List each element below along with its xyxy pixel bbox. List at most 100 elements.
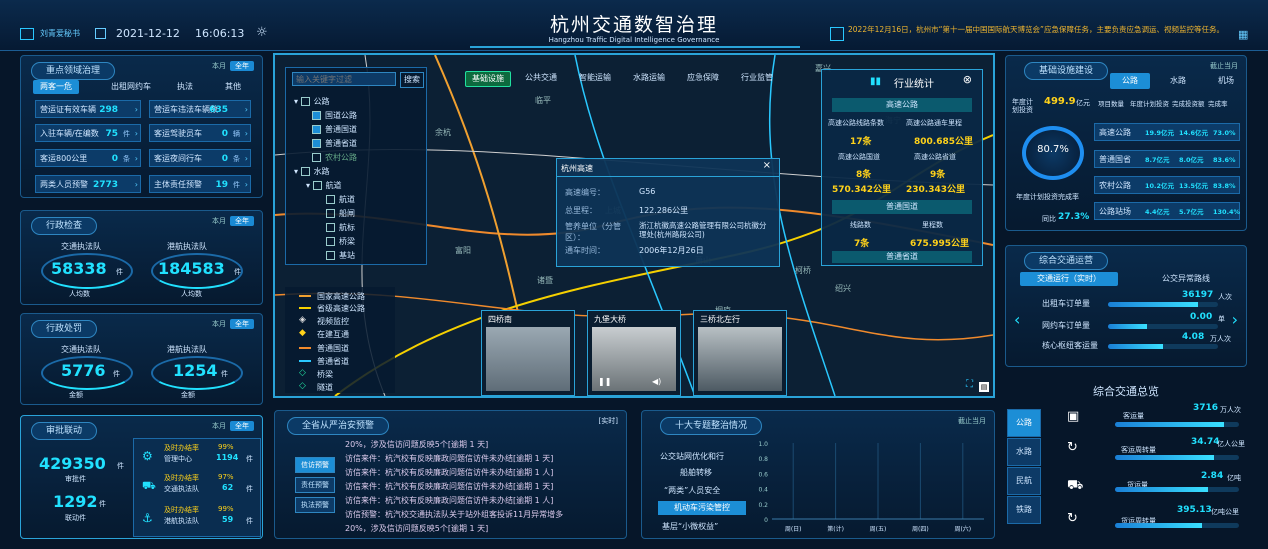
video-feed[interactable]: 九堡大桥 ❚❚ ◀)	[587, 310, 681, 396]
metric-row[interactable]: 客运夜间行车 0 条 ›	[149, 149, 251, 167]
warning-item[interactable]: 访信预警：杭汽校交通执法队关于站外组客投诉11月异常增多	[345, 509, 563, 520]
tab-taxi[interactable]: 出租网约车	[103, 80, 159, 94]
legend-item[interactable]: 普通国道	[299, 343, 349, 354]
warning-list: 20%，涉及信访问题反映5个[逾期 1 天] 访信来件：杭汽校有反映廉政问题信访…	[345, 435, 625, 537]
warning-item[interactable]: 访信来件：杭汽校有反映廉政问题信访件未办结[逾期 1 人]	[345, 467, 553, 478]
warning-item[interactable]: 20%，涉及信访问题反映5个[逾期 1 天]	[345, 439, 488, 450]
ov-unit: 亿吨公里	[1211, 508, 1239, 516]
op-label: 出租车订单量	[1042, 299, 1090, 308]
warning-item[interactable]: 访信来件：杭汽校有反映廉政问题信访件未办结[逾期 1 人]	[345, 495, 553, 506]
map-tab-smart-transport[interactable]: 智能运输	[573, 71, 617, 85]
count-value: 59	[222, 515, 234, 524]
topic-item-active[interactable]: 机动车污染管控	[658, 501, 746, 515]
tree-node-expressway[interactable]: 国道公路	[312, 110, 357, 121]
tab-aviation[interactable]: 民航	[1007, 467, 1041, 495]
map-tab-supervision[interactable]: 行业监管	[735, 71, 779, 85]
tree-node-channel-leaf[interactable]: 航道	[326, 194, 355, 205]
realtime-tag: [实时]	[598, 417, 618, 425]
search-button[interactable]: 搜索	[400, 72, 424, 88]
unit: 件	[246, 517, 253, 525]
layer-search-input[interactable]	[292, 72, 396, 86]
tree-node-road[interactable]: ▾ 公路	[294, 96, 330, 107]
tree-node-water[interactable]: ▾ 水路	[294, 166, 330, 177]
video-frame	[698, 327, 782, 391]
fullscreen-icon[interactable]: ⛶	[966, 379, 973, 390]
map-view[interactable]: 临平 余杭 上城 富阳 萧山 柯桥 绍兴 诸暨 桐庐 海宁 嘉兴 搜索 ▾ 公路…	[273, 53, 995, 398]
period-select[interactable]: 本月 全年	[212, 319, 254, 329]
warning-item[interactable]: 访信来件：杭汽校有反映廉政问题信访件未办结[逾期 1 天]	[345, 481, 553, 492]
video-feed[interactable]: 四桥南	[481, 310, 575, 396]
tab-law-warning[interactable]: 执法预警	[295, 497, 335, 513]
legend-item[interactable]: 省级高速公路	[299, 303, 365, 314]
map-tab-waterway[interactable]: 水路运输	[627, 71, 671, 85]
period-select[interactable]: 本月 全年	[212, 61, 254, 71]
infra-row[interactable]: 农村公路 10.2亿元 13.5亿元 83.8%	[1094, 176, 1240, 194]
legend-item[interactable]: ◆ 在建互通	[299, 328, 349, 340]
close-icon[interactable]: ×	[763, 160, 771, 171]
legend-item[interactable]: ◇ 桥梁	[299, 368, 333, 380]
volume-icon[interactable]: ◀)	[652, 377, 661, 386]
topic-item[interactable]: 船舶转移	[680, 467, 712, 478]
tab-water[interactable]: 水路	[1007, 438, 1041, 466]
topic-item[interactable]: 公交站网优化和行	[660, 451, 724, 462]
tab-bus-abnormal[interactable]: 公交异常路线	[1146, 272, 1226, 286]
period-select[interactable]: 本月 全年	[212, 421, 254, 431]
infra-row[interactable]: 高速公路 19.9亿元 14.6亿元 73.0%	[1094, 123, 1240, 141]
tab-road[interactable]: 公路	[1007, 409, 1041, 437]
legend-item[interactable]: ◈ 视频监控	[299, 315, 349, 327]
section-title: 普通省道	[832, 251, 972, 263]
map-tab-public-transport[interactable]: 公共交通	[519, 71, 563, 85]
metric-row[interactable]: 营运车违法车辆数 635 ›	[149, 100, 251, 118]
map-tab-emergency[interactable]: 应急保障	[681, 71, 725, 85]
metric-row[interactable]: 主体责任预警 19 件 ›	[149, 175, 251, 193]
metric-row[interactable]: 入驻车辆/在编数 75 件 ›	[35, 124, 141, 142]
tree-node-station[interactable]: 基站	[326, 250, 355, 261]
infra-row[interactable]: 普通国省 8.7亿元 8.0亿元 83.6%	[1094, 150, 1240, 168]
period-select[interactable]: 本月 全年	[212, 216, 254, 226]
infra-row[interactable]: 公路站场 4.4亿元 5.7亿元 130.4%	[1094, 202, 1240, 220]
rate-value: 97%	[218, 473, 234, 481]
layers-icon[interactable]: ▤	[979, 382, 989, 392]
tree-node-beacon[interactable]: 航标	[326, 222, 355, 233]
notice-text[interactable]: 2022年12月16日，杭州市“第十一届中国国际航天博览会”应急保障任务，主要负…	[848, 25, 1226, 35]
popup-key: 管养单位（分管区）：	[565, 222, 621, 242]
map-tab-infrastructure[interactable]: 基础设施	[465, 71, 511, 87]
ov-bar	[1115, 455, 1239, 460]
pause-icon[interactable]: ❚❚	[598, 377, 611, 386]
metric-row[interactable]: 营运证有效车辆 298 ›	[35, 100, 141, 118]
tab-airport[interactable]: 机场	[1206, 73, 1246, 89]
tree-node-lock[interactable]: 船闸	[326, 208, 355, 219]
warning-item[interactable]: 20%，涉及信访问题反映5个[逾期 1 天]	[345, 523, 488, 534]
grid-menu-icon[interactable]: ▦	[1238, 28, 1248, 41]
tree-node-provincial[interactable]: 普通省道	[312, 138, 357, 149]
tree-node-rural[interactable]: 农村公路	[312, 152, 357, 163]
legend-item[interactable]: 国家高速公路	[299, 291, 365, 302]
chevron-left-icon[interactable]: ‹	[1014, 310, 1020, 329]
legend-item[interactable]: ◇ 隧道	[299, 381, 333, 393]
chevron-right-icon[interactable]: ›	[1232, 310, 1238, 329]
tab-highway[interactable]: 公路	[1110, 73, 1150, 89]
topic-item[interactable]: “两类”人员安全	[664, 485, 720, 496]
tab-railway[interactable]: 铁路	[1007, 496, 1041, 524]
tab-realtime[interactable]: 交通运行（实时）	[1020, 272, 1118, 286]
ov-bar	[1115, 422, 1239, 427]
tree-node-channel[interactable]: ▾ 航道	[306, 180, 342, 191]
close-icon[interactable]: ⊗	[963, 73, 972, 86]
tab-waterway[interactable]: 水路	[1158, 73, 1198, 89]
tab-other[interactable]: 其他	[215, 80, 251, 94]
metric-row[interactable]: 两类人员预警 2773 ›	[35, 175, 141, 193]
tab-two-passenger[interactable]: 两客一危	[33, 80, 79, 94]
tree-node-national[interactable]: 普通国道	[312, 124, 357, 135]
legend-item[interactable]: 普通省道	[299, 356, 349, 367]
topic-item[interactable]: 基层“小微权益”	[662, 521, 718, 532]
tab-duty-warning[interactable]: 责任预警	[295, 477, 335, 493]
tab-enforcement[interactable]: 执法	[167, 80, 203, 94]
tab-petition-warning[interactable]: 信访预警	[295, 457, 335, 473]
warning-item[interactable]: 访信来件：杭汽校有反映廉政问题信访件未办结[逾期 1 天]	[345, 453, 553, 464]
popup-value: 2006年12月26日	[639, 246, 704, 255]
tree-node-bridge[interactable]: 桥梁	[326, 236, 355, 247]
op-bar	[1108, 344, 1218, 349]
metric-row[interactable]: 客运800公里 0 条 ›	[35, 149, 141, 167]
metric-row[interactable]: 客运驾驶员车 0 辆 ›	[149, 124, 251, 142]
video-feed[interactable]: 三桥北左行	[693, 310, 787, 396]
